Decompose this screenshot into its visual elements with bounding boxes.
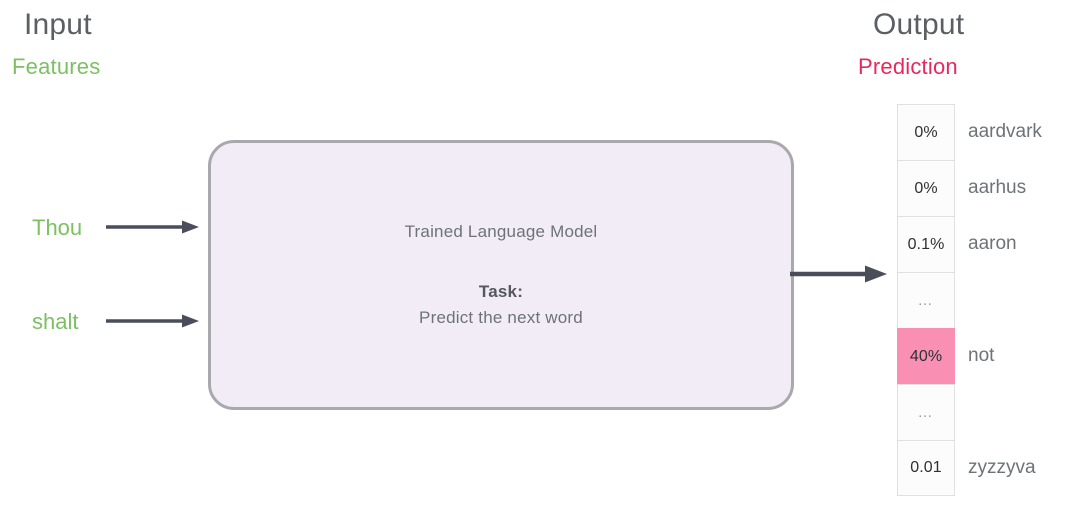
table-row: 40% not: [897, 328, 994, 384]
arrow-right-icon-input-0: [106, 219, 200, 235]
arrow-right-icon-output: [790, 264, 888, 284]
model-task-label: Task:: [478, 282, 524, 301]
prediction-word-label: aarhus: [968, 177, 1027, 198]
table-row: 0.1% aaron: [897, 216, 1017, 272]
table-row: …: [897, 272, 955, 328]
diagram-canvas: Input Features Output Prediction Thou sh…: [0, 0, 1080, 529]
prediction-word-label: zyzzyva: [968, 457, 1036, 478]
prediction-probability-cell: 40%: [897, 328, 955, 384]
output-subheading-prediction: Prediction: [858, 54, 958, 79]
trained-language-model-box: Trained Language Model Task: Predict the…: [208, 140, 794, 410]
table-row: 0% aardvark: [897, 104, 1042, 160]
table-row: …: [897, 384, 955, 440]
prediction-word-label: not: [968, 345, 995, 366]
prediction-word-label: aardvark: [968, 121, 1042, 142]
model-title: Trained Language Model: [404, 222, 598, 241]
prediction-probability-cell: …: [897, 272, 955, 328]
input-token-1: shalt: [32, 309, 79, 334]
prediction-word-label: aaron: [968, 233, 1017, 254]
output-heading: Output: [873, 8, 965, 41]
prediction-probability-cell: 0.1%: [897, 216, 955, 272]
table-row: 0% aarhus: [897, 160, 1026, 216]
table-row: 0.01 zyzzyva: [897, 440, 1036, 496]
arrow-right-icon-input-1: [106, 313, 200, 329]
prediction-probability-cell: 0%: [897, 104, 955, 160]
input-subheading-features: Features: [12, 54, 101, 79]
input-token-0: Thou: [32, 215, 83, 240]
prediction-probability-cell: 0%: [897, 160, 955, 216]
prediction-probability-cell: …: [897, 384, 955, 440]
model-task-text: Predict the next word: [419, 308, 583, 327]
input-heading: Input: [24, 8, 92, 41]
prediction-probability-cell: 0.01: [897, 440, 955, 496]
prediction-table: 0% aardvark 0% aarhus 0.1% aaron… 40% not… 0.01 z…: [897, 104, 1042, 496]
